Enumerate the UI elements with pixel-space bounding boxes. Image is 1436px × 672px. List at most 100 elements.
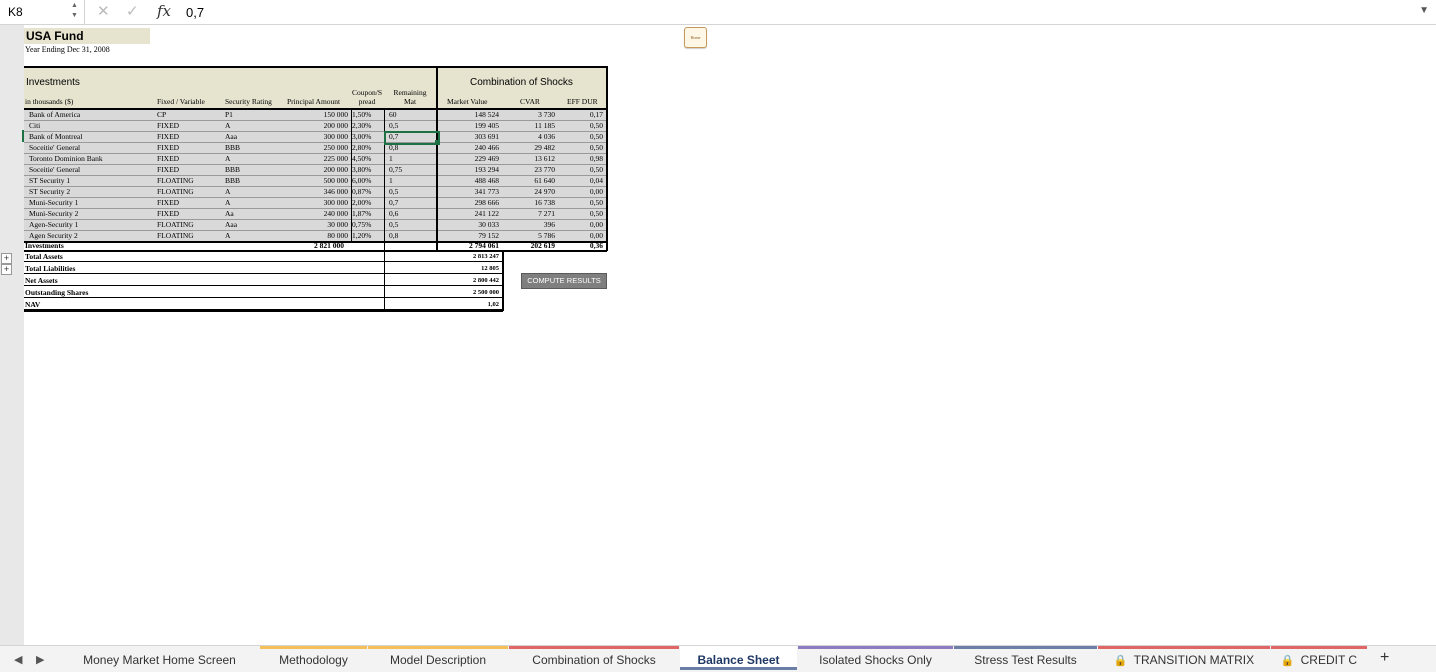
- table-cell-coupon[interactable]: 6,00%: [352, 175, 384, 186]
- table-cell-principal[interactable]: 30 000: [286, 219, 348, 230]
- table-cell-principal[interactable]: 200 000: [286, 164, 348, 175]
- table-cell-type[interactable]: CP: [157, 109, 217, 120]
- table-cell-mv[interactable]: 199 405: [440, 120, 499, 131]
- table-cell-type[interactable]: FLOATING: [157, 186, 217, 197]
- table-cell-mat[interactable]: 0,75: [389, 164, 429, 175]
- table-cell-type[interactable]: FLOATING: [157, 219, 217, 230]
- table-cell-name[interactable]: Citi: [29, 120, 149, 131]
- table-cell-name[interactable]: Toronto Dominion Bank: [29, 153, 149, 164]
- table-cell-name[interactable]: Muni-Security 2: [29, 208, 149, 219]
- table-cell-principal[interactable]: 300 000: [286, 131, 348, 142]
- table-cell-rating[interactable]: BBB: [225, 164, 275, 175]
- tab-transition-matrix[interactable]: 🔒 TRANSITION MATRIX: [1098, 646, 1270, 670]
- table-cell-cvar[interactable]: 3 730: [505, 109, 555, 120]
- expand-group-icon[interactable]: +: [1, 264, 12, 275]
- next-sheet-icon[interactable]: ▶: [36, 653, 44, 666]
- table-cell-dur[interactable]: 0,00: [560, 186, 603, 197]
- table-cell-mv[interactable]: 240 466: [440, 142, 499, 153]
- table-cell-cvar[interactable]: 29 482: [505, 142, 555, 153]
- table-cell-rating[interactable]: A: [225, 153, 275, 164]
- table-cell-rating[interactable]: Aaa: [225, 131, 275, 142]
- tab-model-description[interactable]: Model Description: [368, 646, 508, 670]
- table-cell-mv[interactable]: 193 294: [440, 164, 499, 175]
- home-button[interactable]: Home: [684, 27, 707, 48]
- table-cell-rating[interactable]: A: [225, 120, 275, 131]
- table-cell-dur[interactable]: 0,50: [560, 142, 603, 153]
- table-cell-principal[interactable]: 300 000: [286, 197, 348, 208]
- table-cell-coupon[interactable]: 3,00%: [352, 131, 384, 142]
- cancel-icon[interactable]: ✕: [97, 2, 110, 20]
- table-cell-mat[interactable]: 1: [389, 153, 429, 164]
- compute-results-button[interactable]: COMPUTE RESULTS: [521, 273, 607, 289]
- table-cell-cvar[interactable]: 24 970: [505, 186, 555, 197]
- table-cell-cvar[interactable]: 13 612: [505, 153, 555, 164]
- table-cell-rating[interactable]: A: [225, 230, 275, 241]
- table-cell-principal[interactable]: 250 000: [286, 142, 348, 153]
- expand-formula-chevron-icon[interactable]: ▼: [1419, 5, 1429, 16]
- table-cell-type[interactable]: FIXED: [157, 197, 217, 208]
- table-cell-cvar[interactable]: 16 738: [505, 197, 555, 208]
- tab-credit-c[interactable]: 🔒 CREDIT C: [1271, 646, 1367, 670]
- table-cell-mv[interactable]: 30 033: [440, 219, 499, 230]
- table-cell-mat[interactable]: 0,8: [389, 230, 429, 241]
- table-cell-mv[interactable]: 148 524: [440, 109, 499, 120]
- tab-combination-of-shocks[interactable]: Combination of Shocks: [509, 646, 679, 670]
- tab-money-market-home-screen[interactable]: Money Market Home Screen: [60, 646, 259, 670]
- table-cell-mat[interactable]: 0,7: [389, 197, 429, 208]
- table-cell-dur[interactable]: 0,50: [560, 164, 603, 175]
- tab-balance-sheet[interactable]: Balance Sheet: [680, 646, 797, 670]
- table-cell-coupon[interactable]: 1,20%: [352, 230, 384, 241]
- table-cell-mv[interactable]: 229 469: [440, 153, 499, 164]
- table-cell-principal[interactable]: 240 000: [286, 208, 348, 219]
- table-cell-rating[interactable]: BBB: [225, 175, 275, 186]
- formula-input[interactable]: 0,7: [186, 5, 204, 20]
- table-cell-coupon[interactable]: 1,50%: [352, 109, 384, 120]
- prev-sheet-icon[interactable]: ◀: [14, 653, 22, 666]
- active-cell-k8[interactable]: [384, 131, 440, 145]
- table-cell-type[interactable]: FIXED: [157, 142, 217, 153]
- table-cell-cvar[interactable]: 11 185: [505, 120, 555, 131]
- table-cell-coupon[interactable]: 2,30%: [352, 120, 384, 131]
- add-sheet-icon[interactable]: +: [1380, 649, 1389, 667]
- table-cell-type[interactable]: FLOATING: [157, 175, 217, 186]
- table-cell-cvar[interactable]: 7 271: [505, 208, 555, 219]
- table-cell-coupon[interactable]: 1,87%: [352, 208, 384, 219]
- table-cell-coupon[interactable]: 0,75%: [352, 219, 384, 230]
- table-cell-name[interactable]: Agen-Security 1: [29, 219, 149, 230]
- table-cell-rating[interactable]: Aa: [225, 208, 275, 219]
- table-cell-mv[interactable]: 241 122: [440, 208, 499, 219]
- table-cell-dur[interactable]: 0,98: [560, 153, 603, 164]
- table-cell-dur[interactable]: 0,17: [560, 109, 603, 120]
- table-cell-rating[interactable]: BBB: [225, 142, 275, 153]
- table-cell-cvar[interactable]: 61 640: [505, 175, 555, 186]
- table-cell-cvar[interactable]: 396: [505, 219, 555, 230]
- table-cell-type[interactable]: FIXED: [157, 153, 217, 164]
- expand-group-icon[interactable]: +: [1, 253, 12, 264]
- name-box-spinner-icon[interactable]: ▲ ▼: [71, 1, 78, 21]
- table-cell-principal[interactable]: 225 000: [286, 153, 348, 164]
- table-cell-rating[interactable]: A: [225, 186, 275, 197]
- table-cell-name[interactable]: ST Security 1: [29, 175, 149, 186]
- table-cell-name[interactable]: Muni-Security 1: [29, 197, 149, 208]
- table-cell-coupon[interactable]: 2,80%: [352, 142, 384, 153]
- tab-stress-test-results[interactable]: Stress Test Results: [954, 646, 1097, 670]
- table-cell-mat[interactable]: 0,5: [389, 186, 429, 197]
- table-cell-dur[interactable]: 0,50: [560, 197, 603, 208]
- table-cell-type[interactable]: FIXED: [157, 208, 217, 219]
- table-cell-dur[interactable]: 0,00: [560, 219, 603, 230]
- table-cell-name[interactable]: Soceitie' General: [29, 142, 149, 153]
- table-cell-mv[interactable]: 303 691: [440, 131, 499, 142]
- table-cell-mat[interactable]: 1: [389, 175, 429, 186]
- table-cell-rating[interactable]: A: [225, 197, 275, 208]
- table-cell-coupon[interactable]: 2,00%: [352, 197, 384, 208]
- table-cell-mat[interactable]: 60: [389, 109, 429, 120]
- table-cell-mat[interactable]: 0,5: [389, 120, 429, 131]
- table-cell-name[interactable]: Soceitie' General: [29, 164, 149, 175]
- table-cell-dur[interactable]: 0,50: [560, 208, 603, 219]
- table-cell-dur[interactable]: 0,50: [560, 131, 603, 142]
- tab-isolated-shocks-only[interactable]: Isolated Shocks Only: [798, 646, 953, 670]
- table-cell-principal[interactable]: 500 000: [286, 175, 348, 186]
- table-cell-principal[interactable]: 200 000: [286, 120, 348, 131]
- tab-methodology[interactable]: Methodology: [260, 646, 367, 670]
- table-cell-rating[interactable]: P1: [225, 109, 275, 120]
